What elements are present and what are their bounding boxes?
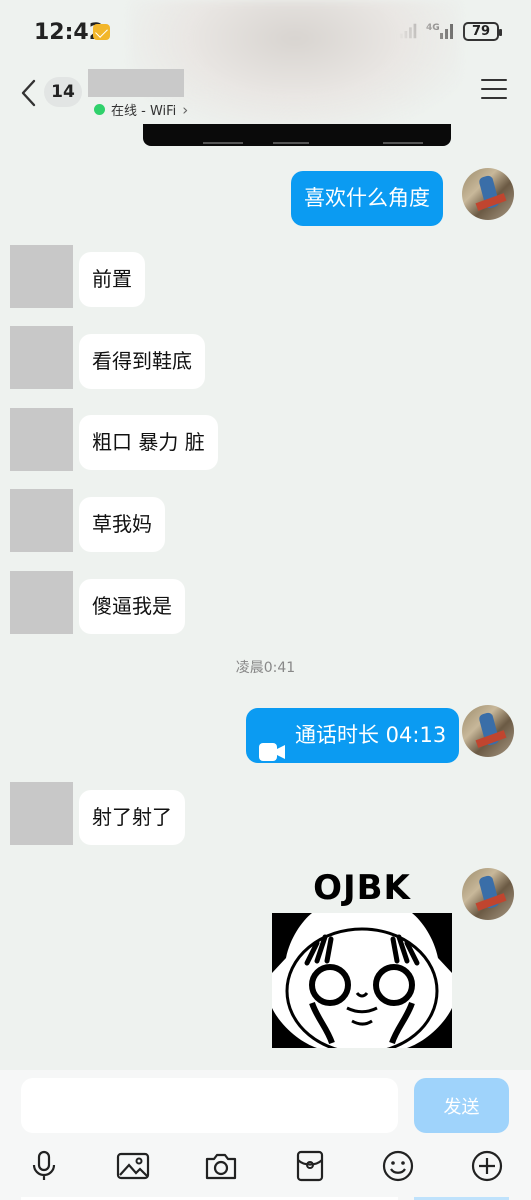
online-dot-icon xyxy=(94,104,105,115)
contact-name-redacted[interactable] xyxy=(88,69,184,97)
mail-notification-icon xyxy=(93,24,110,40)
contact-avatar[interactable] xyxy=(10,571,73,634)
presence-text: 在线 - WiFi xyxy=(111,104,177,119)
input-toolbar xyxy=(0,1148,531,1184)
contact-avatar[interactable] xyxy=(10,245,73,308)
mic-icon[interactable] xyxy=(26,1148,62,1184)
red-packet-icon[interactable] xyxy=(292,1148,328,1184)
input-bar: 发送 xyxy=(0,1070,531,1200)
my-avatar[interactable] xyxy=(462,168,514,220)
sticker-caption: OJBK xyxy=(313,868,411,908)
video-call-icon xyxy=(259,727,285,761)
panda-meme-image xyxy=(272,913,452,1048)
presence-status[interactable]: 在线 - WiFi › xyxy=(94,100,188,119)
menu-icon[interactable] xyxy=(481,79,507,101)
chevron-right-icon: › xyxy=(182,100,189,119)
my-avatar[interactable] xyxy=(462,868,514,920)
send-button[interactable]: 发送 xyxy=(414,1078,509,1133)
call-record-bubble[interactable]: 通话时长 04:13 xyxy=(246,708,460,763)
back-icon[interactable] xyxy=(18,78,40,108)
call-duration-label: 通话时长 04:13 xyxy=(295,723,447,747)
message-incoming[interactable]: 看得到鞋底 xyxy=(79,334,205,389)
message-incoming[interactable]: 草我妈 xyxy=(79,497,165,552)
chat-header: 14 在线 - WiFi › xyxy=(0,66,531,126)
camera-icon[interactable] xyxy=(203,1148,239,1184)
battery-indicator: 79 xyxy=(463,21,502,41)
unread-count-badge[interactable]: 14 xyxy=(44,77,82,107)
sticker-message[interactable]: OJBK xyxy=(272,868,452,1048)
message-input[interactable] xyxy=(21,1078,398,1133)
contact-avatar[interactable] xyxy=(10,326,73,389)
plus-icon[interactable] xyxy=(469,1148,505,1184)
message-incoming[interactable]: 傻逼我是 xyxy=(79,579,185,634)
my-avatar[interactable] xyxy=(462,705,514,757)
contact-avatar[interactable] xyxy=(10,408,73,471)
contact-avatar[interactable] xyxy=(10,782,73,845)
message-outgoing[interactable]: 喜欢什么角度 xyxy=(291,171,443,226)
message-timestamp: 凌晨0:41 xyxy=(235,660,296,676)
emoji-icon[interactable] xyxy=(380,1148,416,1184)
message-incoming[interactable]: 粗口 暴力 脏 xyxy=(79,415,218,470)
message-incoming[interactable]: 射了射了 xyxy=(79,790,185,845)
video-preview-strip xyxy=(143,124,451,146)
image-icon[interactable] xyxy=(115,1148,151,1184)
contact-avatar[interactable] xyxy=(10,489,73,552)
message-incoming[interactable]: 前置 xyxy=(79,252,145,307)
